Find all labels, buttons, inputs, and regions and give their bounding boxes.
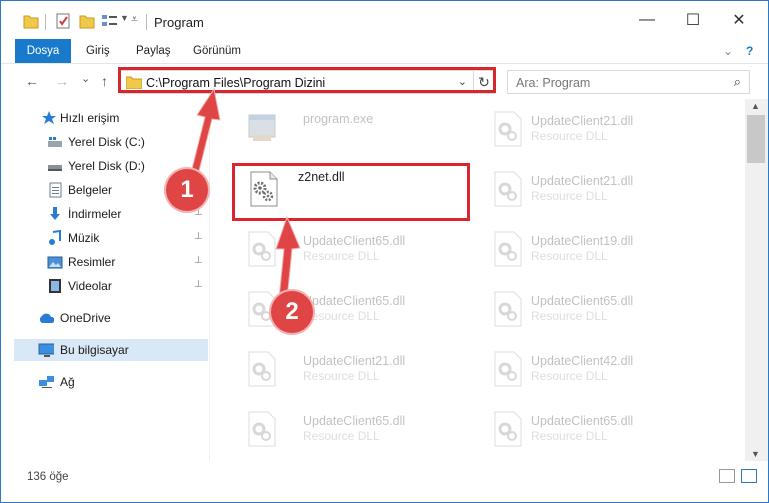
explorer-window: ▼ ⩡ Program — ☐ ✕ Dosya Giriş Paylaş Gör… bbox=[0, 0, 769, 503]
step-badge-1: 1 bbox=[166, 169, 208, 211]
step-badge-2: 2 bbox=[271, 291, 313, 333]
annotation-arrows bbox=[190, 87, 301, 301]
arrow-shape bbox=[190, 87, 221, 176]
arrow-shape bbox=[275, 215, 301, 301]
